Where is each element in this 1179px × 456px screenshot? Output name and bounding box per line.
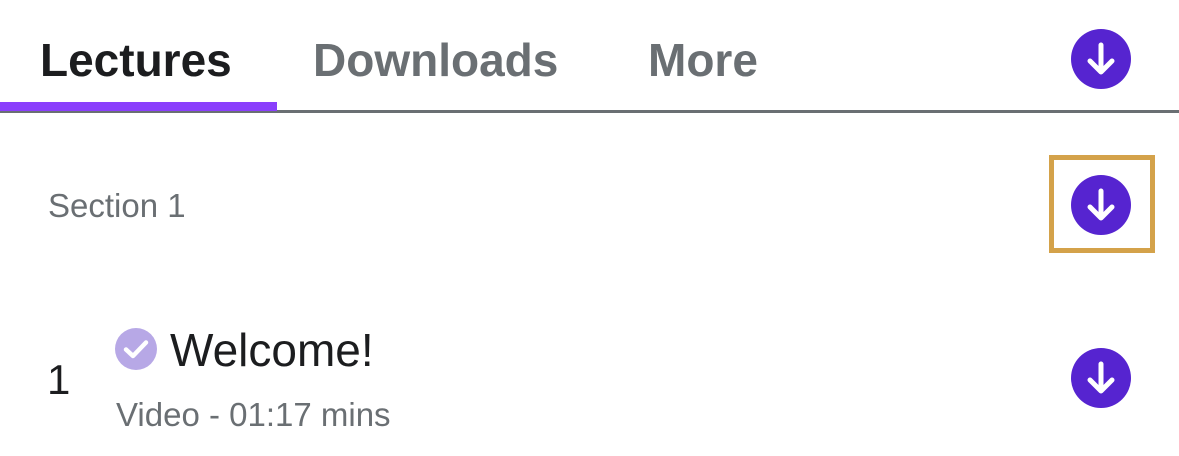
lecture-meta: Video - 01:17 mins: [116, 396, 391, 433]
check-circle-icon: [115, 328, 157, 370]
tab-lectures[interactable]: Lectures: [40, 30, 232, 90]
download-all-button[interactable]: [1071, 29, 1131, 89]
tab-more[interactable]: More: [648, 30, 758, 90]
lecture-title: Welcome!: [170, 324, 374, 376]
download-icon: [1087, 361, 1115, 394]
section-download-button[interactable]: [1071, 175, 1131, 235]
tab-bar: Lectures Downloads More: [0, 0, 1179, 113]
active-tab-indicator: [0, 102, 277, 111]
download-icon: [1087, 188, 1115, 221]
download-icon: [1087, 42, 1115, 75]
tab-downloads[interactable]: Downloads: [313, 30, 558, 90]
lecture-download-button[interactable]: [1071, 348, 1131, 408]
section-title: Section 1: [48, 187, 186, 224]
lecture-number: 1: [47, 356, 71, 403]
